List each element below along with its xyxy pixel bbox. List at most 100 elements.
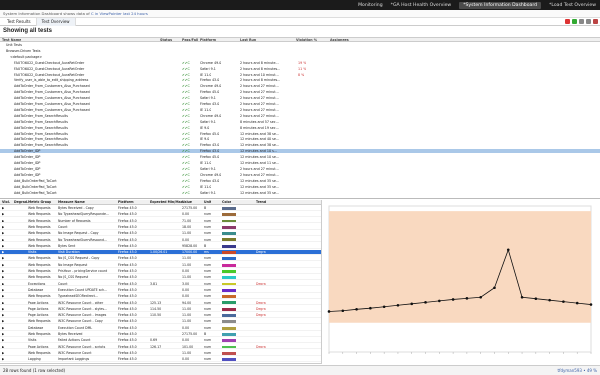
metric-color-swatch[interactable] bbox=[222, 358, 236, 362]
test-row[interactable]: AddToOrder_IDP ✔✔C Firefox 43.0 12 minutes … bbox=[0, 149, 600, 154]
expand-icon[interactable]: ▶ bbox=[2, 212, 4, 216]
expand-icon[interactable]: ▶ bbox=[2, 256, 4, 260]
metric-color-swatch[interactable] bbox=[222, 326, 236, 330]
test-row[interactable]: AddToOrder_From_Customers_Also_Purchased… bbox=[0, 84, 600, 88]
record-icon[interactable] bbox=[565, 19, 570, 24]
test-row[interactable]: FAUTO6022_GuestCheckout_AuraRetOrder ✔✔C C… bbox=[0, 61, 600, 65]
metric-row[interactable]: ▶ Database Execution Count UPDATE sch... Fi… bbox=[0, 288, 321, 293]
test-col-header[interactable]: Pass/Fail bbox=[182, 38, 198, 41]
nav-load-test-overview[interactable]: *Load Test Overview bbox=[549, 3, 596, 8]
test-row[interactable]: Add_BulkOrderPad_ToCart ✔✔C IE 11.0 12 minu… bbox=[0, 185, 600, 189]
settings-icon[interactable] bbox=[586, 19, 591, 24]
metric-col-header[interactable]: Color bbox=[222, 200, 231, 204]
info-timeframe-link[interactable]: last 24 hours bbox=[123, 11, 148, 16]
expand-icon[interactable]: ▶ bbox=[2, 332, 4, 336]
play-icon[interactable] bbox=[572, 19, 577, 24]
metric-color-swatch[interactable] bbox=[222, 251, 236, 255]
data-point[interactable] bbox=[382, 305, 386, 309]
expand-icon[interactable]: ▶ bbox=[2, 326, 4, 330]
metric-color-swatch[interactable] bbox=[222, 225, 236, 229]
user-indicator[interactable]: tfdyman593 • 49 % bbox=[558, 368, 597, 373]
metric-col-header[interactable]: Unit bbox=[204, 200, 211, 204]
expand-icon[interactable]: ▶ bbox=[2, 345, 4, 349]
test-col-header[interactable]: Violation % bbox=[296, 38, 317, 41]
expand-icon[interactable]: ▶ bbox=[2, 357, 4, 361]
metric-row[interactable]: ▶ Web Requests TypeaheadSEORedirect... Fire… bbox=[0, 294, 321, 300]
test-row[interactable]: Unit Tests bbox=[0, 43, 600, 47]
expand-icon[interactable]: ▶ bbox=[2, 231, 4, 235]
metric-row[interactable]: ▶ Web Requests No TypeaheadQueryResponde..… bbox=[0, 212, 321, 218]
test-row[interactable]: AddToOrder_From_SearchResults ✔✔C Firefox … bbox=[0, 143, 600, 147]
metric-row[interactable]: ▶ Page Actions W3C Resource Count - Images… bbox=[0, 313, 321, 318]
test-row[interactable]: Add_BulkOrderPad_ToCart ✔✔C Firefox 43.0 12… bbox=[0, 179, 600, 183]
expand-icon[interactable]: ▶ bbox=[2, 269, 4, 273]
data-point[interactable] bbox=[534, 297, 538, 301]
metric-color-swatch[interactable] bbox=[222, 282, 236, 286]
data-point[interactable] bbox=[465, 297, 469, 300]
test-row[interactable]: AddToOrder_From_SearchResults ✔✔C IE 9.0 12… bbox=[0, 137, 600, 141]
test-col-header[interactable]: Assignees bbox=[330, 38, 349, 41]
test-row[interactable]: AddToOrder_IDP ✔✔C Chrome 49.0 2 hours and … bbox=[0, 173, 600, 177]
test-row[interactable]: AddToOrder_From_Customers_Also_Purchased… bbox=[0, 102, 600, 106]
metric-color-swatch[interactable] bbox=[222, 339, 236, 343]
metric-color-swatch[interactable] bbox=[222, 263, 236, 267]
metric-row[interactable]: ▶ Page Actions W3C Resource Count - styles… bbox=[0, 307, 321, 312]
test-row[interactable]: AddToOrder_IDP ✔✔C Firefox 45.0 12 minutes … bbox=[0, 155, 600, 159]
test-row[interactable]: AddToOrder_From_SearchResults ✔✔C IE 9.0 8 … bbox=[0, 126, 600, 130]
metric-color-swatch[interactable] bbox=[222, 345, 236, 349]
test-row[interactable]: AddToOrder_From_Customers_Also_Purchased… bbox=[0, 108, 600, 112]
test-row[interactable]: Add_BulkOrderPad_ToCart ✔✔C Safari 9.1 12 m… bbox=[0, 191, 600, 195]
test-col-header[interactable]: Last Run bbox=[240, 38, 256, 41]
data-point[interactable] bbox=[562, 300, 565, 303]
test-row[interactable]: AddToOrder_IDP ✔✔C IE 11.0 12 minutes and 1… bbox=[0, 161, 600, 165]
metric-color-swatch[interactable] bbox=[222, 269, 236, 273]
metric-color-swatch[interactable] bbox=[222, 332, 236, 336]
expand-icon[interactable]: ▶ bbox=[2, 313, 4, 317]
metric-col-header[interactable]: Platform bbox=[118, 200, 134, 204]
expand-icon[interactable]: ▶ bbox=[2, 238, 4, 242]
metric-color-swatch[interactable] bbox=[222, 314, 236, 318]
test-row[interactable]: AddToOrder_From_SearchResults ✔✔C Safari 9… bbox=[0, 120, 600, 124]
metric-row[interactable]: ▶ Web Requests Bytes Received - Copy Firefo… bbox=[0, 206, 321, 211]
metric-row[interactable]: ▶ Web Requests Number of Requests Firefox 4… bbox=[0, 219, 321, 224]
metric-row[interactable]: ▶ Web Requests No Image Request - Copy Fire… bbox=[0, 231, 321, 237]
metric-color-swatch[interactable] bbox=[222, 257, 236, 261]
data-point[interactable] bbox=[438, 299, 441, 303]
expand-icon[interactable]: ▶ bbox=[2, 282, 4, 286]
data-point[interactable] bbox=[410, 302, 414, 306]
expand-icon[interactable]: ▶ bbox=[2, 288, 4, 292]
expand-icon[interactable]: ▶ bbox=[2, 244, 4, 248]
nav-monitoring[interactable]: Monitoring bbox=[358, 3, 383, 8]
metric-color-swatch[interactable] bbox=[222, 219, 236, 223]
expand-icon[interactable]: ▶ bbox=[2, 219, 4, 223]
test-row[interactable]: AddToOrder_From_Customers_Also_Purchased… bbox=[0, 96, 600, 100]
metric-row[interactable]: ▶ Visits Visit Duration Firefox 45.0 1.00/26… bbox=[0, 250, 321, 255]
data-point[interactable] bbox=[369, 306, 372, 310]
metric-color-swatch[interactable] bbox=[222, 301, 236, 305]
tab-test-results[interactable]: Test Results bbox=[2, 17, 37, 26]
expand-icon[interactable]: ▶ bbox=[2, 250, 4, 254]
test-col-header[interactable]: Test Name bbox=[2, 38, 21, 41]
test-row[interactable]: AddToOrder_IDP ✔✔C Safari 9.1 2 hours and 2… bbox=[0, 167, 600, 171]
metric-row[interactable]: ▶ Web Requests W3C Resource Count - Copy Fi… bbox=[0, 319, 321, 325]
metric-row[interactable]: ▶ Web Requests Bytes Received Firefox 45.0 2… bbox=[0, 332, 321, 337]
filter-icon[interactable] bbox=[579, 19, 584, 24]
data-point[interactable] bbox=[396, 303, 400, 307]
data-point[interactable] bbox=[589, 303, 593, 306]
expand-icon[interactable]: ▶ bbox=[2, 275, 4, 279]
metric-row[interactable]: ▶ Web Requests PrisYoun - pricingService c… bbox=[0, 269, 321, 274]
data-point[interactable] bbox=[355, 307, 358, 311]
expand-icon[interactable]: ▶ bbox=[2, 225, 4, 229]
metric-row[interactable]: ▶ Web Requests No Image Request Firefox 45.… bbox=[0, 263, 321, 268]
tab-test-overview[interactable]: Test Overview bbox=[36, 17, 76, 26]
expand-icon[interactable]: ▶ bbox=[2, 319, 4, 323]
data-point[interactable] bbox=[493, 286, 496, 290]
test-row[interactable]: AddToOrder_From_Customers_Also_Purchased… bbox=[0, 90, 600, 94]
metric-col-header[interactable]: Measure Name bbox=[58, 200, 85, 204]
test-row[interactable]: Verify_user_is_able_to_edit_shipping_add… bbox=[0, 78, 600, 82]
metric-row[interactable]: ▶ Database Execution Count DML Firefox 45.0… bbox=[0, 326, 321, 331]
metric-row[interactable]: ▶ Web Requests No JS_CSS Request Firefox 45… bbox=[0, 275, 321, 281]
metric-row[interactable]: ▶ Page Actions W3C Resource Count - script… bbox=[0, 345, 321, 350]
metric-color-swatch[interactable] bbox=[222, 232, 236, 236]
expand-icon[interactable]: ▶ bbox=[2, 294, 4, 298]
